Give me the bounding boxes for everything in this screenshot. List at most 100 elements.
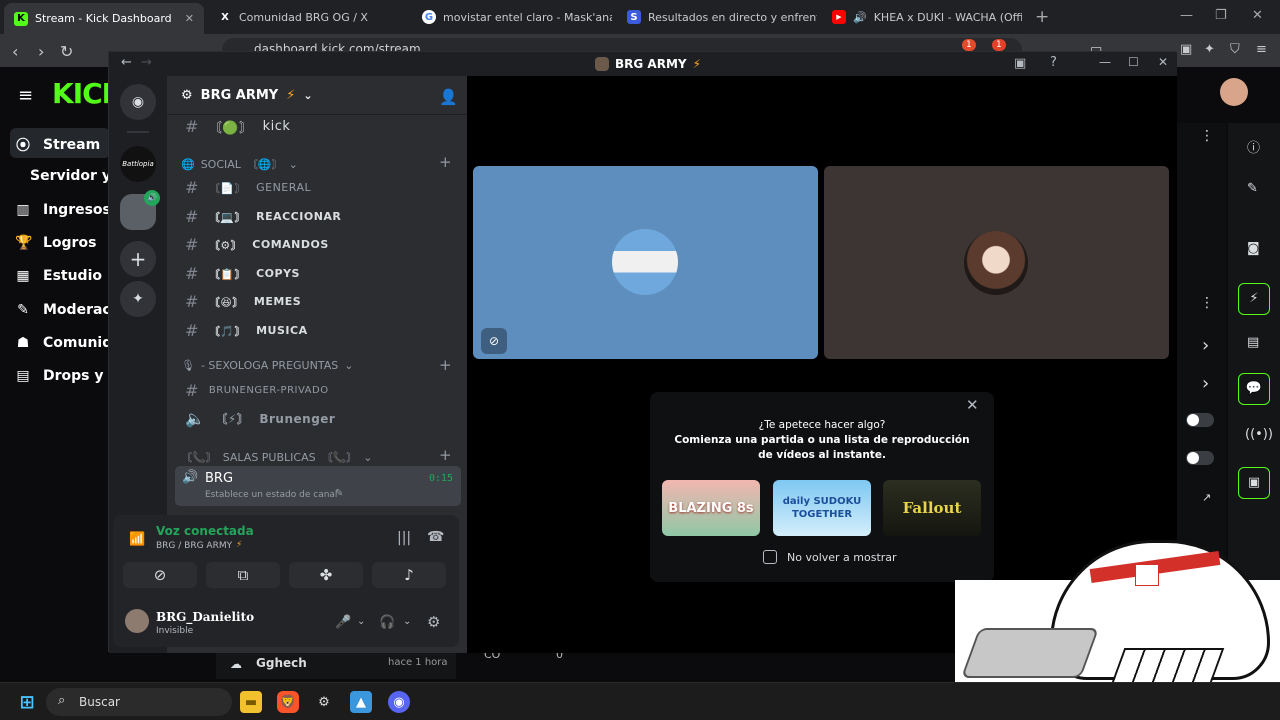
category-salas[interactable]: 〘📞〙 SALAS PUBLICAS 〘📞〙 ⌄ (181, 449, 373, 465)
nav-ingresos[interactable]: ▥ Ingresos (15, 202, 111, 218)
forward-arrow-icon[interactable]: → (141, 55, 152, 70)
add-channel-icon[interactable]: + (439, 153, 452, 171)
category-social[interactable]: 🌐 SOCIAL 〘🌐〙 ⌄ (181, 156, 298, 172)
file-explorer-icon[interactable]: ▬ (240, 691, 262, 713)
ai-icon[interactable]: ✦ (1204, 42, 1215, 57)
add-channel-icon-3[interactable]: + (439, 446, 452, 464)
noise-suppression-icon[interactable]: ||| (397, 530, 411, 546)
camera-off-button[interactable]: ⊘ (123, 562, 197, 588)
add-channel-icon-2[interactable]: + (439, 356, 452, 374)
avatar[interactable] (1220, 78, 1248, 106)
voice-location[interactable]: BRG / BRG ARMY (156, 541, 232, 551)
server-header[interactable]: ⚙ BRG ARMY ⚡ ⌄ (181, 88, 313, 103)
rewards-badge[interactable]: 1 (992, 39, 1006, 51)
soundboard-button[interactable]: ♪ (372, 562, 446, 588)
search-box[interactable]: ⌕ Buscar (46, 688, 232, 716)
guild-battlopia[interactable]: Battlopia (120, 146, 156, 182)
maximize-icon[interactable]: ❐ (1215, 8, 1227, 23)
disconnect-icon[interactable]: ☎ (427, 529, 444, 545)
checkbox[interactable] (763, 550, 777, 564)
external-link-icon[interactable]: ↗ (1202, 491, 1211, 504)
channel-copys[interactable]: # 〘📋〙 COPYS (185, 264, 300, 283)
screen-share-button[interactable]: ⧉ (206, 562, 280, 588)
layout-icon[interactable]: ▣ (1238, 467, 1270, 499)
chat-user[interactable]: Gghech (256, 656, 307, 670)
chat-icon[interactable]: 💬 (1238, 373, 1270, 405)
signal-icon[interactable]: 📶 (129, 532, 145, 547)
toggle-switch-2[interactable] (1186, 451, 1214, 465)
channel-kick[interactable]: # 〘🟢〙 kick (185, 117, 290, 136)
tab-x-community[interactable]: X Comunidad BRG OG / X (218, 5, 408, 29)
nav-estudio[interactable]: ▦ Estudio (15, 268, 102, 284)
game-blazing-8s[interactable]: BLAZING 8s (662, 480, 760, 536)
discord-taskbar-icon[interactable]: ◉ (388, 691, 410, 713)
tab-youtube[interactable]: ▶ 🔊 KHEA x DUKI - WACHA (Official V (832, 5, 1022, 29)
close-icon[interactable]: ✕ (1158, 55, 1168, 69)
user-settings-icon[interactable]: ⚙ (427, 613, 440, 631)
back-arrow-icon[interactable]: ← (121, 55, 132, 70)
edit-icon[interactable]: ✎ (1247, 181, 1258, 196)
avatar[interactable] (125, 609, 149, 633)
menu-icon[interactable]: ≡ (1256, 42, 1267, 57)
channel-general[interactable]: # 〘📄〙 GENERAL (185, 178, 311, 197)
tab-google-search[interactable]: G movistar entel claro - Mask'ana Goog (422, 5, 612, 29)
active-voice-channel[interactable]: 🔊 BRG 0:15 Establece un estado de canal … (175, 466, 461, 506)
dont-show-again[interactable]: No volver a mostrar (763, 550, 897, 564)
reload-icon[interactable]: ↻ (60, 42, 73, 61)
nav-comunidad[interactable]: ☗ Comunid (15, 335, 113, 351)
close-window-icon[interactable]: ✕ (1252, 8, 1263, 23)
nav-stream[interactable]: ⦿ Stream (15, 135, 100, 155)
vpn-icon[interactable]: ⛉ (1230, 42, 1240, 57)
guild-folder[interactable]: 🔊 (120, 190, 160, 230)
chevron-down-icon-2[interactable]: ⌄ (403, 616, 411, 627)
channel-brunenger-privado[interactable]: # BRUNENGER-PRIVADO (185, 381, 329, 400)
minimize-icon[interactable]: — (1180, 8, 1193, 23)
microphone-icon[interactable]: 🎤 (335, 615, 351, 630)
inbox-icon[interactable]: ▣ (1014, 56, 1026, 71)
category-sexologa[interactable]: 🎙 - SEXOLOGA PREGUNTAS ⌄ (181, 359, 353, 372)
camera-icon[interactable]: ◙ (1247, 241, 1260, 256)
close-icon[interactable]: ✕ (966, 396, 979, 414)
nav-moderacion[interactable]: ✎ Moderaci (15, 302, 115, 318)
discord-home-icon[interactable]: ◉ (120, 84, 156, 120)
brave-shield-badge[interactable]: 1 (962, 39, 976, 51)
hamburger-menu-icon[interactable]: ≡ (18, 85, 33, 106)
back-icon[interactable]: ‹ (12, 42, 18, 61)
chevron-right-icon-2[interactable]: › (1202, 373, 1209, 394)
add-server-icon[interactable]: + (120, 241, 156, 277)
tab-kick-dashboard[interactable]: K Stream - Kick Dashboard ✕ (4, 3, 204, 34)
discover-icon[interactable]: ✦ (120, 281, 156, 317)
channel-memes[interactable]: # 〘😆〙 MEMES (185, 292, 301, 311)
help-icon[interactable]: ? (1050, 55, 1057, 70)
notes-icon[interactable]: ▤ (1247, 335, 1259, 350)
maximize-icon[interactable]: ☐ (1128, 55, 1139, 69)
toggle-switch[interactable] (1186, 413, 1214, 427)
nav-logros[interactable]: 🏆 Logros (15, 235, 96, 251)
windows-start-icon[interactable]: ⊞ (16, 691, 38, 713)
username[interactable]: BRG_Danielito (156, 610, 254, 624)
close-tab-icon[interactable]: ✕ (185, 12, 194, 25)
voice-status[interactable]: Voz conectada (156, 524, 254, 538)
headphones-icon[interactable]: 🎧 (379, 615, 395, 630)
participant-tile-1[interactable]: ⊘ (473, 166, 818, 359)
chevron-down-icon[interactable]: ⌄ (357, 616, 365, 627)
wallet-icon[interactable]: ▣ (1180, 42, 1192, 57)
invite-people-icon[interactable]: 👤 (439, 88, 458, 106)
participant-tile-2[interactable] (824, 166, 1169, 359)
tab-results[interactable]: S Resultados en directo y enfrentamien (627, 5, 817, 29)
broadcast-tool-icon[interactable]: ((•)) (1245, 427, 1273, 442)
brave-browser-icon[interactable]: 🦁 (277, 691, 299, 713)
channel-musica[interactable]: # 〘🎵〙 MUSICA (185, 321, 308, 340)
forward-icon[interactable]: › (38, 42, 44, 61)
channel-status-prompt[interactable]: Establece un estado de canal (205, 490, 337, 500)
app-icon[interactable]: ⚙ (313, 691, 335, 713)
minimize-icon[interactable]: — (1099, 55, 1111, 69)
more-icon[interactable]: ⋮ (1200, 128, 1214, 144)
info-icon[interactable]: ⓘ (1247, 137, 1260, 156)
voice-channel-brunenger[interactable]: 🔈 〘⚡〙 Brunenger (185, 409, 335, 428)
chevron-right-icon[interactable]: › (1202, 335, 1209, 356)
more-icon-2[interactable]: ⋮ (1200, 295, 1214, 311)
activities-button[interactable]: ✤ (289, 562, 363, 588)
game-sudoku[interactable]: daily SUDOKU TOGETHER (773, 480, 871, 536)
channel-comandos[interactable]: # 〘⚙〙 COMANDOS (185, 235, 329, 254)
